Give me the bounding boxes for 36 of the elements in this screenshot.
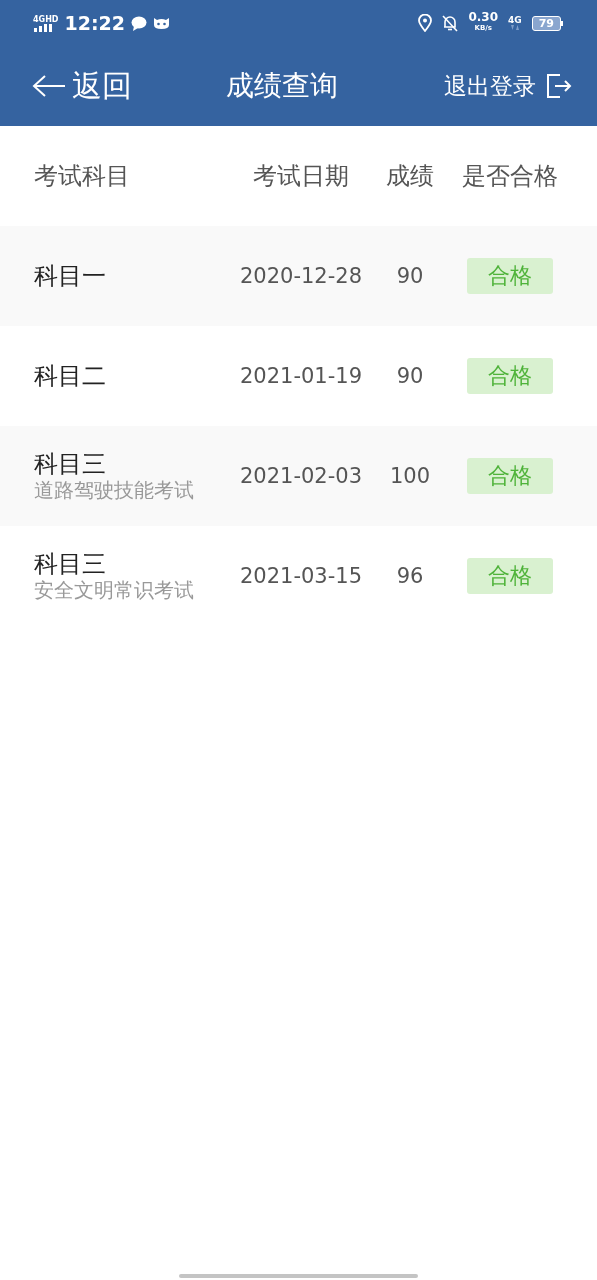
back-button[interactable]: 返回 [32,65,132,107]
score-value: 90 [395,264,425,288]
signal-indicator: 4GHD [33,14,59,32]
exam-date: 2021-02-03 [238,464,363,488]
column-header: 考试科目 [34,161,131,192]
score-value: 96 [395,564,425,588]
clock-time: 12:22 [64,12,125,34]
exam-date: 2021-03-15 [238,564,363,588]
score-value: 90 [395,364,425,388]
subject-name: 科目二 [34,361,107,391]
subject-name: 科目三 [34,449,107,479]
chat-bubble-icon [130,15,147,31]
battery-icon: 79 [531,15,563,31]
mobile-data-indicator: 4G [508,15,522,31]
column-header: 成绩 [385,161,435,192]
logout-button[interactable]: 退出登录 [444,70,572,102]
muted-bell-icon [442,14,459,32]
cat-face-icon [152,16,170,30]
location-pin-icon [418,14,433,32]
subject-name: 科目三 [34,549,107,579]
exam-date: 2021-01-19 [238,364,363,388]
subject-subtitle: 道路驾驶技能考试 [34,479,195,503]
result-badge: 合格 [467,258,553,294]
home-indicator[interactable] [179,1274,418,1278]
result-badge: 合格 [467,458,553,494]
exam-date: 2020-12-28 [238,264,363,288]
result-badge: 合格 [467,358,553,394]
page-title: 成绩查询 [225,68,339,104]
column-header: 考试日期 [252,161,350,192]
subject-subtitle: 安全文明常识考试 [34,579,195,603]
logout-icon [546,73,572,99]
column-header: 是否合格 [461,161,559,192]
back-arrow-icon [32,74,66,98]
subject-name: 科目一 [34,261,107,291]
result-badge: 合格 [467,558,553,594]
score-value: 100 [388,464,432,488]
